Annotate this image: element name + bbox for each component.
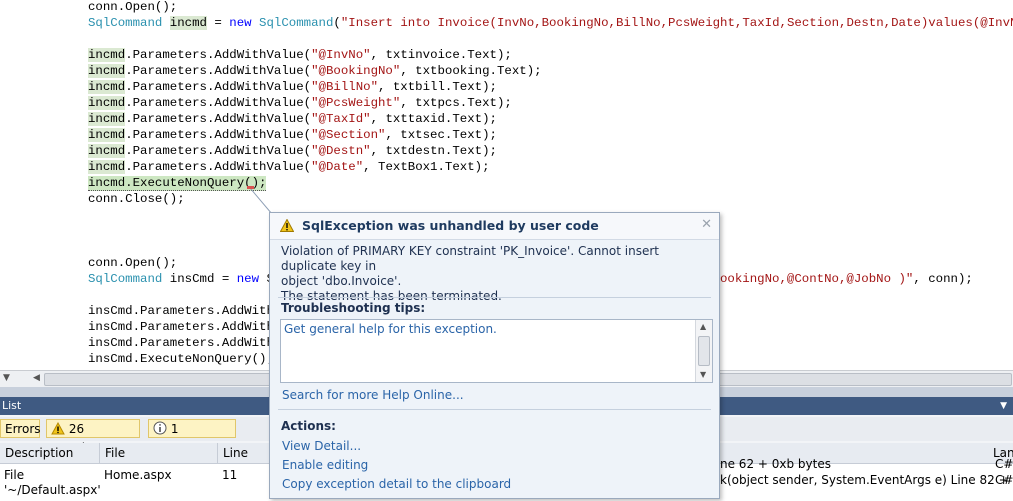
copy-exception-detail-link[interactable]: Copy exception detail to the clipboard — [282, 477, 511, 491]
errors-filter-button[interactable]: Errors — [0, 419, 41, 438]
code-line-param-bookingno: incmd.Parameters.AddWithValue("@BookingN… — [88, 64, 542, 78]
code-line: insCmd.Parameters.AddWithV — [88, 304, 282, 318]
column-line[interactable]: Line — [218, 443, 270, 463]
row1-line[interactable]: 11 — [222, 468, 237, 483]
code-line-param-billno: incmd.Parameters.AddWithValue("@BillNo",… — [88, 80, 497, 94]
code-line-param-section: incmd.Parameters.AddWithValue("@Section"… — [88, 128, 497, 142]
code-line: insCmd.ExecuteNonQuery(); — [88, 352, 274, 366]
row2-description[interactable]: '~/Default.aspx' — [4, 483, 101, 498]
search-help-online-link[interactable]: Search for more Help Online... — [282, 388, 464, 402]
general-help-link[interactable]: Get general help for this exception. — [284, 322, 497, 336]
code-line: insCmd.Parameters.AddWithV — [88, 320, 282, 334]
row1-lang: C# — [995, 457, 1013, 471]
code-line-inscmd-right: ookingNo,@ContNo,@JobNo )", conn); — [720, 272, 973, 286]
exception-message: Violation of PRIMARY KEY constraint 'PK_… — [281, 244, 711, 304]
scroll-down-icon[interactable]: ▼ — [700, 370, 706, 379]
code-line-param-date: incmd.Parameters.AddWithValue("@Date", T… — [88, 160, 490, 174]
panel-dropdown-icon[interactable]: ▼ — [1000, 397, 1007, 415]
column-file-label: File — [105, 446, 126, 460]
code-line-param-taxid: incmd.Parameters.AddWithValue("@TaxId", … — [88, 112, 497, 126]
dropdown-arrow-icon[interactable]: ▼ — [3, 373, 10, 383]
dialog-title: SqlException was unhandled by user code — [302, 218, 599, 233]
errors-filter-label: Errors — [5, 422, 41, 436]
code-line: insCmd.Parameters.AddWithV — [88, 336, 282, 350]
row2-detail[interactable]: k(object sender, System.EventArgs e) Lin… — [720, 473, 1013, 488]
row1-detail[interactable]: ne 62 + 0xb bytes — [720, 457, 831, 472]
exception-message-line: Violation of PRIMARY KEY constraint 'PK_… — [281, 244, 659, 273]
column-line-label: Line — [223, 446, 249, 460]
code-line-execute-highlighted: incmd.ExecuteNonQuery(); — [88, 176, 267, 191]
column-description-label: Description — [5, 446, 74, 460]
info-icon — [153, 421, 167, 435]
actions-title: Actions: — [281, 419, 336, 433]
code-line: conn.Open(); — [88, 256, 178, 270]
code-line-param-pcsweight: incmd.Parameters.AddWithValue("@PcsWeigh… — [88, 96, 512, 110]
divider — [278, 409, 711, 410]
column-file[interactable]: File — [100, 443, 218, 463]
scroll-up-icon[interactable]: ▲ — [700, 322, 706, 331]
row1-description[interactable]: File — [4, 468, 24, 483]
tips-scrollbar[interactable]: ▲ ▼ — [695, 320, 712, 382]
scroll-thumb[interactable] — [698, 336, 710, 366]
divider — [278, 297, 711, 298]
code-line-inscmd-left: SqlCommand insCmd = new Sq — [88, 272, 281, 286]
code-line-param-invno: incmd.Parameters.AddWithValue("@InvNo", … — [88, 48, 512, 62]
warnings-filter-button[interactable]: 26 Warnings — [46, 419, 140, 455]
code-line-incmd-declaration: SqlCommand incmd = new SqlCommand("Inser… — [88, 16, 1013, 30]
column-description[interactable]: Description — [0, 443, 100, 463]
code-line-param-destn: incmd.Parameters.AddWithValue("@Destn", … — [88, 144, 497, 158]
exception-assistant-dialog: SqlException was unhandled by user code … — [269, 212, 720, 499]
code-line: conn.Close(); — [88, 192, 185, 206]
messages-filter-button[interactable]: 1 Message — [148, 419, 236, 455]
warning-icon — [51, 421, 65, 435]
enable-editing-link[interactable]: Enable editing — [282, 458, 368, 472]
troubleshooting-tips-list[interactable]: Get general help for this exception. ▲ ▼ — [280, 319, 713, 383]
exception-message-line: object 'dbo.Invoice'. — [281, 274, 402, 288]
view-detail-link[interactable]: View Detail... — [282, 439, 361, 453]
close-icon[interactable]: ✕ — [701, 217, 712, 232]
error-list-title: List — [2, 399, 22, 412]
warning-icon — [280, 219, 294, 232]
row1-file[interactable]: Home.aspx — [104, 468, 172, 483]
dialog-header: SqlException was unhandled by user code … — [270, 213, 719, 240]
troubleshooting-tips-title: Troubleshooting tips: — [281, 301, 426, 315]
code-line: conn.Open(); — [88, 0, 178, 14]
row2-lang: C# — [995, 473, 1013, 487]
scroll-left-icon[interactable]: ◀ — [33, 373, 40, 383]
